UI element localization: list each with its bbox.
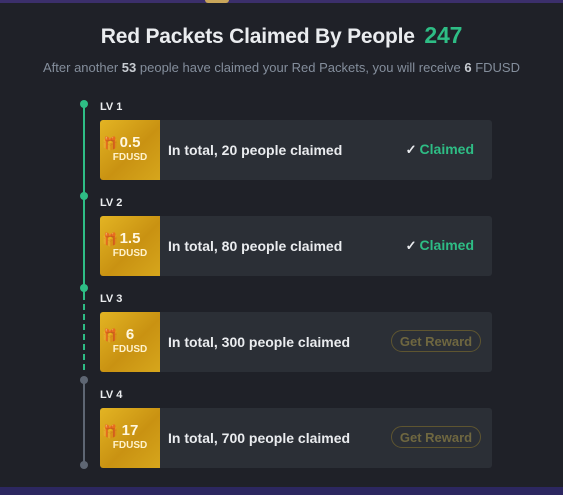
page-title: Red Packets Claimed By People 247 — [0, 22, 563, 49]
level-card-4: 🎁 17 FDUSD In total, 700 people claimed … — [100, 408, 492, 468]
timeline-dot-lv4 — [80, 376, 88, 384]
timeline-dot-end — [80, 461, 88, 469]
timeline-dot-lv3 — [80, 284, 88, 292]
level-description: In total, 700 people claimed — [168, 430, 351, 446]
people-needed: 53 — [121, 60, 137, 75]
timeline-dot-lv2 — [80, 192, 88, 200]
timeline-inactive-line — [83, 380, 85, 465]
level-card-2: 🎁 1.5 FDUSD In total, 80 people claimed … — [100, 216, 492, 276]
claimed-label: Claimed — [419, 237, 474, 253]
coupon-currency: FDUSD — [112, 440, 148, 451]
subtitle-middle: people have claimed your Red Packets, yo… — [139, 60, 461, 75]
level-label-3: LV 3 — [100, 293, 123, 305]
claimed-status: ✓ Claimed — [406, 237, 474, 254]
level-label-1: LV 1 — [100, 101, 123, 113]
coupon-currency: FDUSD — [112, 152, 148, 163]
bottom-border — [0, 487, 563, 495]
claimed-status: ✓ Claimed — [406, 141, 474, 158]
level-description: In total, 20 people claimed — [168, 142, 343, 158]
title-text: Red Packets Claimed By People — [100, 25, 415, 48]
level-card-3: 🎁 6 FDUSD In total, 300 people claimed G… — [100, 312, 492, 372]
top-border — [0, 0, 563, 3]
check-icon: ✓ — [405, 238, 417, 253]
claimed-label: Claimed — [419, 141, 474, 157]
get-reward-button[interactable]: Get Reward — [391, 330, 481, 352]
level-description: In total, 300 people claimed — [168, 334, 351, 350]
coupon-1: 🎁 0.5 FDUSD — [100, 120, 160, 180]
level-card-1: 🎁 0.5 FDUSD In total, 20 people claimed … — [100, 120, 492, 180]
top-glow-decoration — [205, 0, 229, 3]
coupon-3: 🎁 6 FDUSD — [100, 312, 160, 372]
coupon-4: 🎁 17 FDUSD — [100, 408, 160, 468]
reward-currency: FDUSD — [475, 60, 520, 75]
coupon-amount: 0.5 — [119, 134, 141, 151]
level-description: In total, 80 people claimed — [168, 238, 343, 254]
coupon-amount: 17 — [121, 422, 139, 439]
timeline-dot-lv1 — [80, 100, 88, 108]
coupon-currency: FDUSD — [112, 248, 148, 259]
claimed-count: 247 — [424, 22, 463, 48]
level-label-2: LV 2 — [100, 197, 123, 209]
check-icon: ✓ — [405, 142, 417, 157]
coupon-2: 🎁 1.5 FDUSD — [100, 216, 160, 276]
coupon-amount: 1.5 — [119, 230, 141, 247]
coupon-currency: FDUSD — [112, 344, 148, 355]
reward-amount: 6 — [464, 60, 472, 75]
level-label-4: LV 4 — [100, 389, 123, 401]
coupon-amount: 6 — [125, 326, 135, 343]
timeline-partial-line — [83, 294, 85, 374]
subtitle-prefix: After another — [43, 60, 119, 75]
progress-subtitle: After another 53 people have claimed you… — [0, 60, 563, 75]
get-reward-button[interactable]: Get Reward — [391, 426, 481, 448]
